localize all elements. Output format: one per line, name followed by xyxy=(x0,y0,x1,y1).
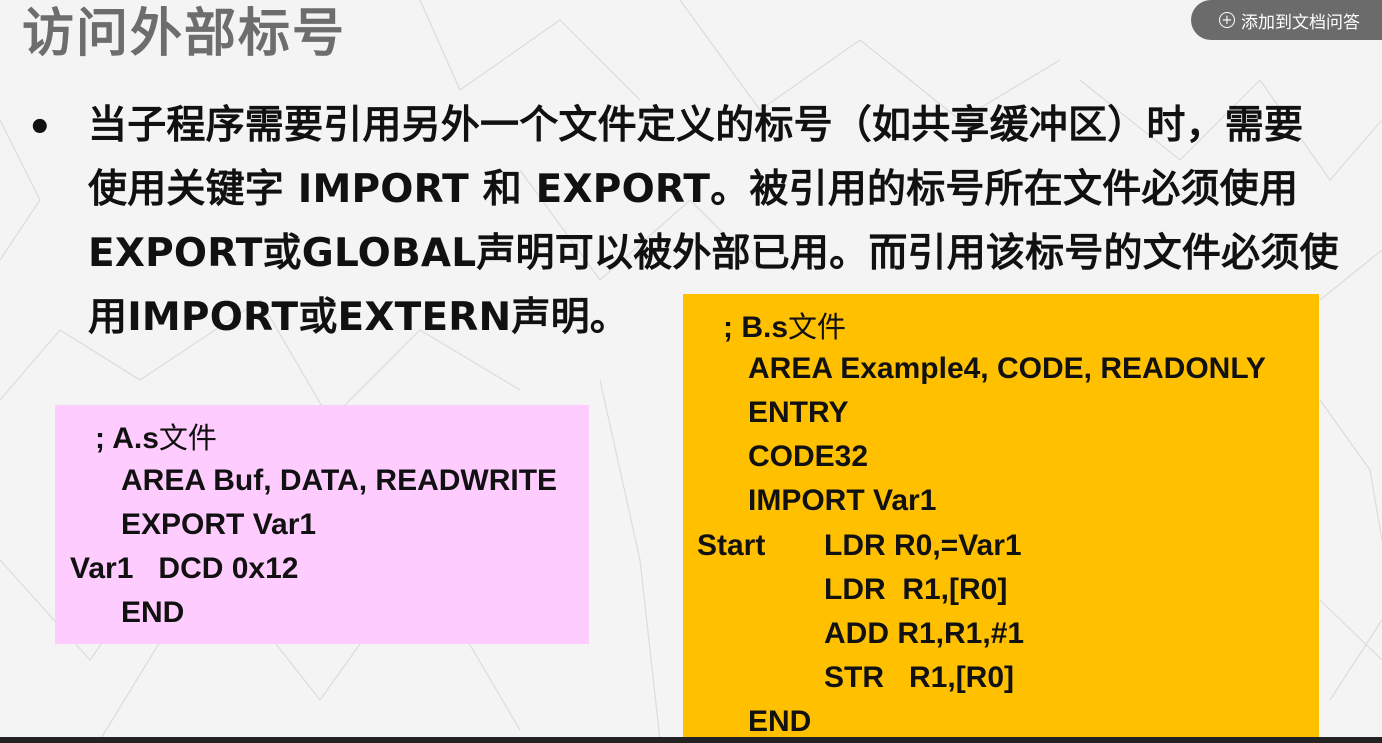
file-b-code-box: ; B.s文件 AREA Example4, CODE, READONLY EN… xyxy=(683,294,1319,743)
code-label-start: Start xyxy=(697,529,766,562)
add-to-doc-qa-label: 添加到文档问答 xyxy=(1241,12,1360,33)
file-a-code-box: ; A.s文件 AREA Buf, DATA, READWRITE EXPORT… xyxy=(55,405,589,644)
page-title: 访问外部标号 xyxy=(22,4,347,64)
file-b-header: ; B.s文件 xyxy=(723,309,846,346)
file-b-header-suffix: 文件 xyxy=(788,310,847,344)
code-line: LDR R0,=Var1 xyxy=(824,529,1022,562)
code-line: ENTRY xyxy=(748,396,849,429)
code-line: AREA Example4, CODE, READONLY xyxy=(748,352,1266,385)
code-line: END xyxy=(748,705,812,738)
file-a-header: ; A.s文件 xyxy=(95,420,217,457)
paragraph-line: 当子程序需要引用另外一个文件定义的标号（如共享缓冲区）时，需要 xyxy=(88,103,1304,148)
file-a-header-suffix: 文件 xyxy=(158,421,217,455)
bullet-point: • xyxy=(27,105,53,151)
file-a-header-name: ; A.s xyxy=(95,422,159,455)
code-line: Var1 DCD 0x12 xyxy=(70,552,299,585)
plus-circle-icon: + xyxy=(1219,12,1235,28)
code-line: AREA Buf, DATA, READWRITE xyxy=(121,464,558,497)
code-line: CODE32 xyxy=(748,440,869,473)
code-line: IMPORT Var1 xyxy=(748,484,937,517)
code-line: ADD R1,R1,#1 xyxy=(824,617,1025,650)
code-line: LDR R1,[R0] xyxy=(824,573,1008,606)
paragraph-line: 使用关键字 IMPORT 和 EXPORT。被引用的标号所在文件必须使用 xyxy=(88,167,1299,212)
paragraph-line: EXPORT或GLOBAL声明可以被外部已用。而引用该标号的文件必须使 xyxy=(88,231,1339,276)
code-line: EXPORT Var1 xyxy=(121,508,317,541)
file-b-header-name: ; B.s xyxy=(723,311,789,344)
bottom-bar xyxy=(0,737,1382,743)
code-line: END xyxy=(121,596,185,629)
add-to-doc-qa-button[interactable]: + 添加到文档问答 xyxy=(1191,0,1382,40)
code-line: STR R1,[R0] xyxy=(824,661,1015,694)
